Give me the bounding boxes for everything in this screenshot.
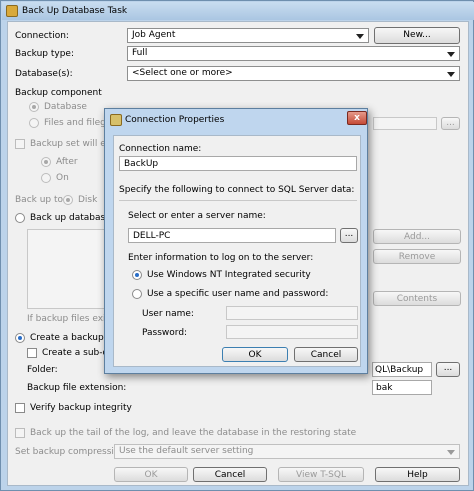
help-button[interactable]: Help	[375, 467, 460, 482]
logon-label: Enter information to log on to the serve…	[128, 253, 314, 263]
destination-list[interactable]	[27, 229, 105, 309]
password-input[interactable]	[226, 325, 358, 339]
chevron-down-icon	[447, 450, 455, 455]
verify-integrity-checkbox[interactable]	[15, 403, 25, 413]
files-field[interactable]	[373, 117, 437, 130]
specify-text: Specify the following to connect to SQL …	[119, 185, 355, 195]
backup-across-radio[interactable]	[15, 213, 25, 223]
add-button[interactable]: Add...	[373, 229, 461, 244]
folder-input[interactable]: QL\Backup	[372, 362, 432, 377]
backup-type-label: Backup type:	[15, 49, 74, 59]
component-database-radio[interactable]	[29, 102, 39, 112]
title-bar[interactable]: Back Up Database Task	[2, 2, 474, 20]
ok-button[interactable]: OK	[114, 467, 188, 482]
expire-after-radio[interactable]	[41, 157, 51, 167]
connection-label: Connection:	[15, 31, 69, 41]
sql-auth-label: Use a specific user name and password:	[147, 289, 329, 299]
dialog-title: Connection Properties	[125, 115, 225, 125]
folder-label: Folder:	[27, 365, 58, 375]
tail-log-checkbox[interactable]	[15, 428, 25, 438]
folder-browse-button[interactable]: ...	[436, 362, 460, 377]
extension-value: bak	[376, 383, 393, 393]
databases-value: <Select one or more>	[132, 68, 233, 78]
databases-combo[interactable]: <Select one or more>	[127, 66, 460, 81]
chevron-down-icon	[447, 72, 455, 77]
extension-input[interactable]: bak	[372, 380, 432, 395]
dialog-icon	[110, 114, 122, 126]
window-title: Back Up Database Task	[22, 6, 128, 16]
dialog-cancel-button[interactable]: Cancel	[294, 347, 358, 362]
sql-auth-radio[interactable]	[132, 289, 142, 299]
connection-name-label: Connection name:	[119, 144, 202, 154]
username-input[interactable]	[226, 306, 358, 320]
backup-type-combo[interactable]: Full	[127, 46, 460, 61]
chevron-down-icon	[356, 34, 364, 39]
backup-type-value: Full	[132, 48, 148, 58]
new-connection-button[interactable]: New...	[374, 27, 460, 44]
connection-properties-dialog: Connection Properties x Connection name:…	[104, 108, 368, 374]
compression-label: Set backup compression:	[15, 447, 129, 457]
close-icon[interactable]: x	[347, 111, 367, 125]
dialog-ok-button[interactable]: OK	[222, 347, 288, 362]
server-browse-button[interactable]: ...	[340, 228, 358, 243]
verify-integrity-label: Verify backup integrity	[30, 403, 132, 413]
disk-radio[interactable]	[63, 195, 73, 205]
databases-label: Database(s):	[15, 69, 73, 79]
dialog-body: Connection name: BackUp Specify the foll…	[113, 135, 361, 367]
view-tsql-button[interactable]: View T-SQL	[278, 467, 364, 482]
component-database-label: Database	[44, 102, 87, 112]
back-up-to-label: Back up to:	[15, 195, 67, 205]
contents-button[interactable]: Contents	[373, 291, 461, 306]
compression-value: Use the default server setting	[119, 446, 254, 456]
backup-component-label: Backup component	[15, 88, 102, 98]
username-label: User name:	[142, 309, 194, 319]
connection-name-input[interactable]: BackUp	[119, 156, 357, 171]
connection-combo[interactable]: Job Agent	[127, 28, 369, 43]
windows-auth-radio[interactable]	[132, 270, 142, 280]
files-browse-button[interactable]: ...	[441, 117, 460, 130]
divider	[119, 200, 357, 201]
remove-button[interactable]: Remove	[373, 249, 461, 264]
chevron-down-icon	[447, 52, 455, 57]
create-backup-file-radio[interactable]	[15, 333, 25, 343]
connection-name-value: BackUp	[124, 159, 159, 169]
expire-on-radio[interactable]	[41, 173, 51, 183]
tail-log-label: Back up the tail of the log, and leave t…	[30, 428, 357, 438]
server-name-value: DELL-PC	[133, 231, 171, 241]
server-name-input[interactable]: DELL-PC	[128, 228, 336, 243]
disk-label: Disk	[78, 195, 98, 205]
component-files-radio[interactable]	[29, 118, 39, 128]
create-subdir-checkbox[interactable]	[27, 348, 37, 358]
app-icon	[6, 5, 18, 17]
backup-expire-checkbox[interactable]	[15, 139, 25, 149]
expire-on-label: On	[56, 173, 69, 183]
folder-value: QL\Backup	[375, 365, 424, 375]
connection-value: Job Agent	[132, 30, 176, 40]
password-label: Password:	[142, 328, 188, 338]
compression-combo[interactable]: Use the default server setting	[114, 444, 460, 459]
extension-label: Backup file extension:	[27, 383, 127, 393]
windows-auth-label: Use Windows NT Integrated security	[147, 270, 311, 280]
server-name-label: Select or enter a server name:	[128, 211, 266, 221]
expire-after-label: After	[56, 157, 78, 167]
cancel-button[interactable]: Cancel	[193, 467, 267, 482]
